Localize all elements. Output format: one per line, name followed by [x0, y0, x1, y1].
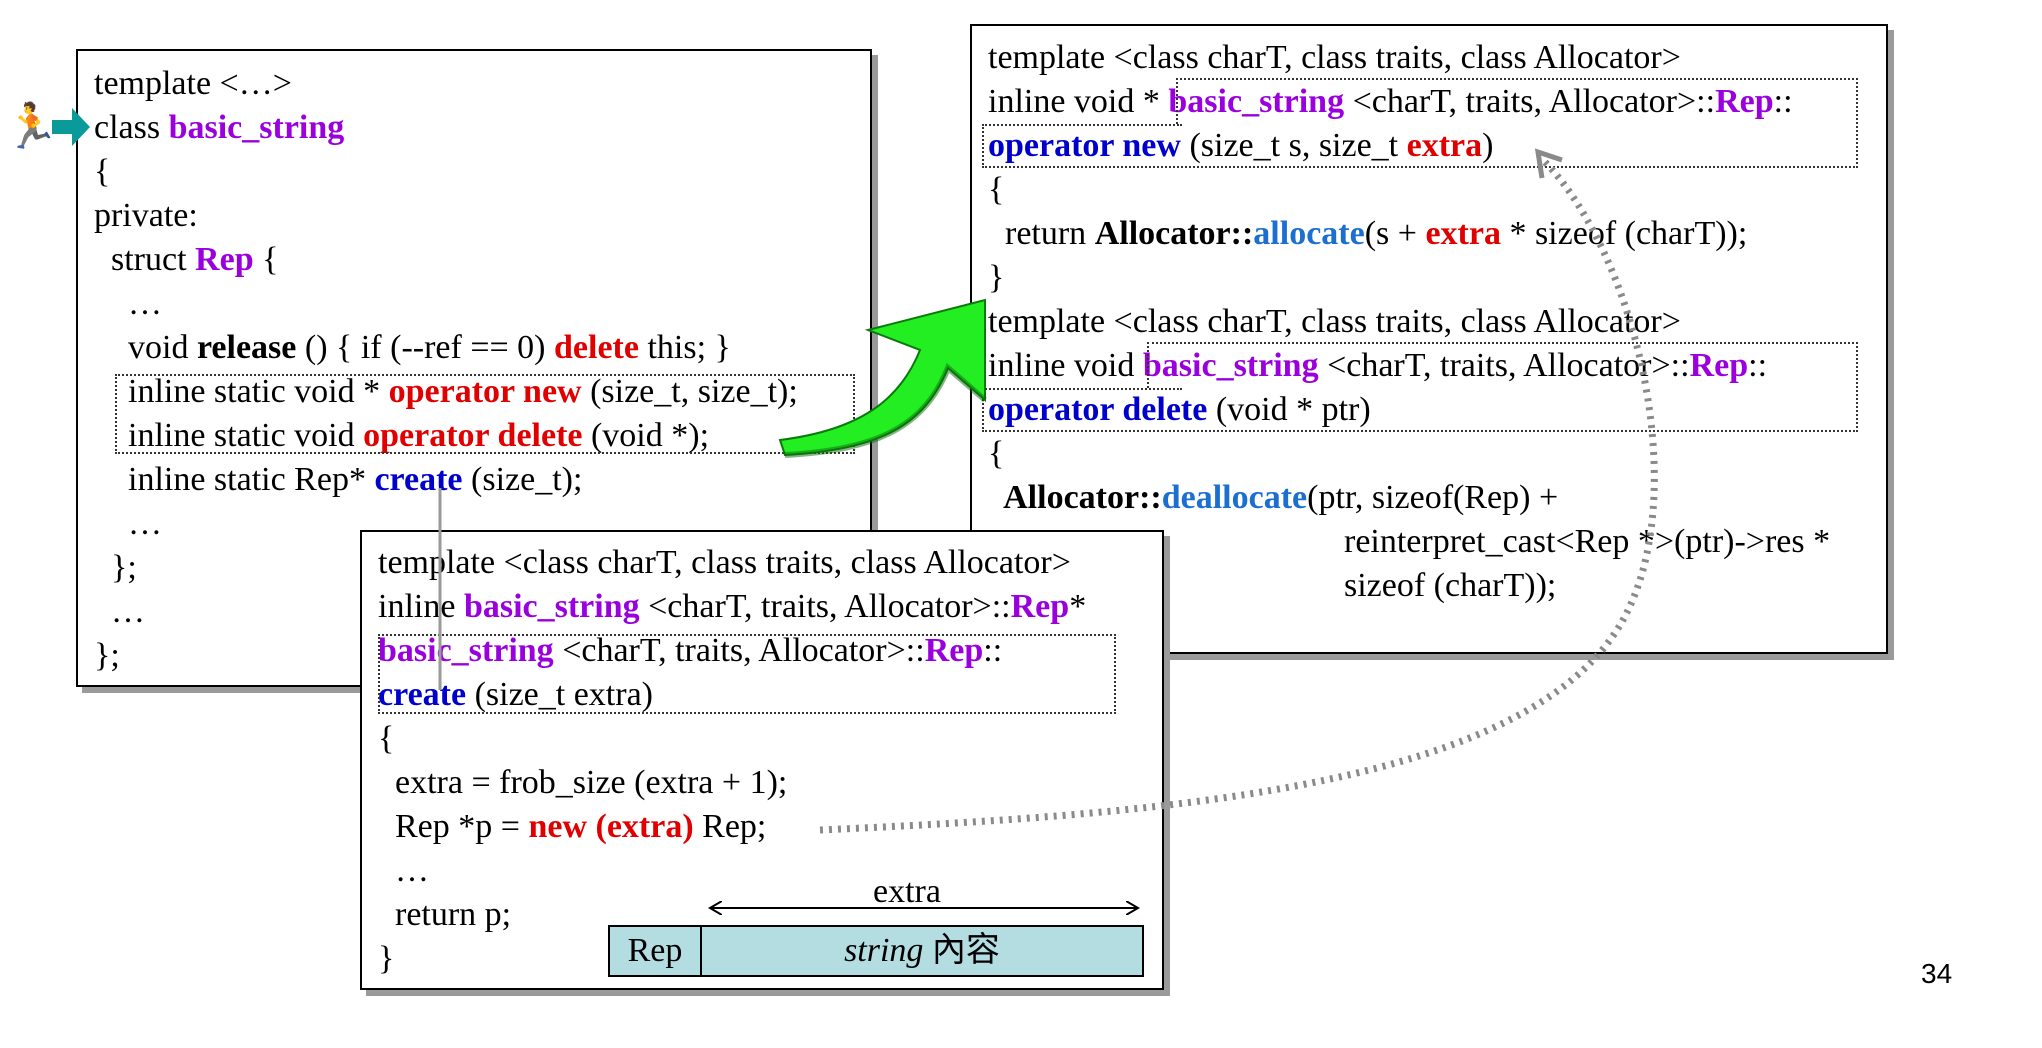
diagram-overlay — [52, 108, 1658, 1048]
dotted-curve-arrow — [819, 159, 1658, 834]
big-green-arrow — [778, 298, 986, 457]
dotted-curve-arrowhead — [1534, 148, 1563, 179]
teal-pointer-arrow — [52, 108, 90, 146]
